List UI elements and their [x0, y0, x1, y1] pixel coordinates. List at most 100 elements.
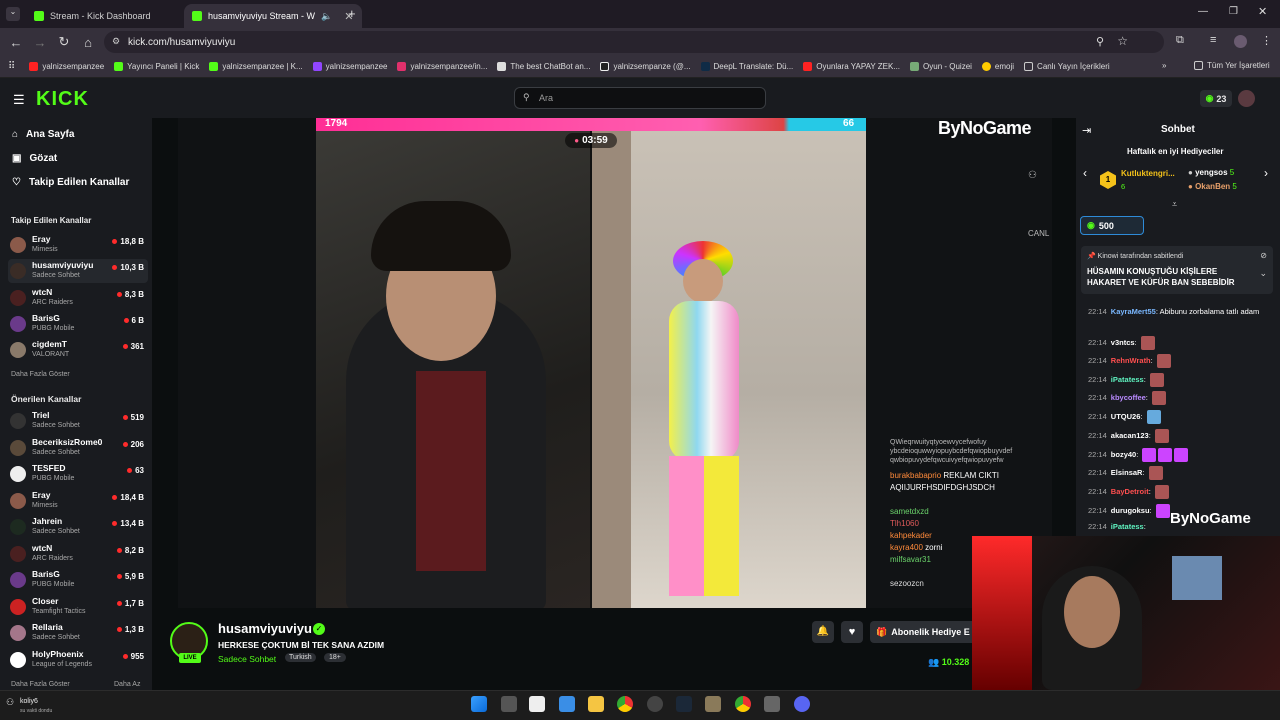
reload-icon[interactable]: ↻ — [52, 34, 76, 50]
sidebar-channel[interactable]: wtcN ARC Raiders 8,3 B — [8, 286, 148, 310]
app-icon-2[interactable] — [705, 696, 721, 712]
minimize-icon[interactable]: — — [1198, 6, 1208, 17]
leaders-next-icon[interactable]: › — [1264, 166, 1268, 180]
sidebar-channel[interactable]: Closer Teamfight Tactics 1,7 B — [8, 595, 148, 619]
tag-language[interactable]: Turkish — [285, 653, 316, 662]
window-close-icon[interactable]: ✕ — [1258, 5, 1267, 18]
url-field[interactable]: ⚙ kick.com/husamviyuviyu ⚲ ☆ — [104, 31, 1164, 53]
pinned-text: HÜSAMIN KONUŞTUĞU KİŞİLERE HAKARET VE KÜ… — [1087, 267, 1235, 287]
bookmark-item[interactable]: emoji — [981, 62, 1014, 71]
stream-category[interactable]: Sadece Sohbet — [218, 654, 276, 664]
windows-start-icon[interactable] — [471, 696, 487, 712]
nav-home[interactable]: ⌂ Ana Sayfa — [12, 129, 74, 140]
discord-icon[interactable] — [794, 696, 810, 712]
bookmark-item[interactable]: Yayıncı Paneli | Kick — [114, 62, 199, 71]
leader-1-name[interactable]: Kutluktengri... — [1121, 169, 1175, 178]
sidebar-channel[interactable]: Triel Sadece Sohbet 519 — [8, 409, 148, 433]
maximize-icon[interactable]: ❐ — [1229, 6, 1238, 17]
bookmark-item[interactable]: yalnizsempanzee — [312, 62, 387, 71]
chrome-icon[interactable] — [617, 696, 633, 712]
nav-browse[interactable]: ▣ Gözat — [12, 153, 57, 164]
sidebar-channel[interactable]: HolyPhoenix League of Legends 955 — [8, 648, 148, 672]
chevron-down-icon[interactable]: ⌄ — [1259, 268, 1267, 279]
task-view-icon[interactable] — [501, 696, 517, 712]
bookmark-folder[interactable]: Canlı Yayın İçerikleri — [1024, 62, 1110, 71]
bookmark-item[interactable]: yalnizsempanzee — [29, 62, 104, 71]
gift-sub-button[interactable]: 🎁 Abonelik Hediye E — [870, 621, 976, 643]
star-icon[interactable]: ☆ — [1117, 34, 1128, 48]
file-explorer-icon[interactable] — [588, 696, 604, 712]
follow-heart-icon[interactable]: ♥ — [841, 621, 863, 643]
kick-logo[interactable]: KICK — [36, 88, 89, 111]
show-more-followed[interactable]: Daha Fazla Göster — [11, 371, 70, 378]
app-icon[interactable] — [529, 696, 545, 712]
video-left-panel — [316, 131, 591, 608]
tab-stream[interactable]: husamviyuviyu Stream - W 🔈 ✕ — [184, 4, 362, 28]
sidebar-channel[interactable]: BarisG PUBG Mobile 6 B — [8, 312, 148, 336]
goal-badge[interactable]: ◉ 500 — [1080, 216, 1144, 235]
sidebar-channel[interactable]: BeceriksizRome0 Sadece Sohbet 206 — [8, 436, 148, 460]
unpin-icon[interactable]: ⊘ — [1260, 251, 1267, 260]
sidebar-channel-active[interactable]: husamviyuviyu Sadece Sohbet 10,3 B — [8, 259, 148, 283]
back-icon[interactable]: ← — [4, 35, 28, 50]
more-bookmarks-icon[interactable]: » — [1162, 61, 1166, 70]
search-placeholder: Ara — [539, 93, 554, 103]
obs-icon[interactable] — [647, 696, 663, 712]
leader-3[interactable]: ● OkanBen 5 — [1188, 182, 1237, 191]
points-badge[interactable]: ◉ 23 — [1200, 90, 1232, 107]
expand-leaders-icon[interactable]: ⩡ — [1172, 199, 1177, 210]
chrome-active-icon[interactable] — [735, 696, 751, 712]
show-less-recommended[interactable]: Daha Az — [114, 681, 140, 688]
tag-age[interactable]: 18+ — [324, 653, 346, 662]
forward-icon[interactable]: → — [28, 35, 52, 50]
leader-2[interactable]: ● yengsos 5 — [1188, 168, 1234, 177]
bookmark-item[interactable]: yalnizsempanzee | K... — [209, 62, 303, 71]
show-more-recommended[interactable]: Daha Fazla Göster — [11, 681, 70, 688]
bookmark-item[interactable]: Oyunlara YAPAY ZEK... — [803, 62, 900, 71]
user-icon[interactable]: ⚇ — [1028, 170, 1048, 181]
sidebar-channel[interactable]: wtcN ARC Raiders 8,2 B — [8, 542, 148, 566]
bookmark-item[interactable]: Oyun - Quizei — [910, 62, 972, 71]
avatar — [10, 440, 26, 456]
sidebar-channel[interactable]: Jahrein Sadece Sohbet 13,4 B — [8, 515, 148, 539]
zoom-icon[interactable]: ⚲ — [1096, 35, 1104, 48]
emote — [1174, 448, 1189, 462]
hamburger-menu-icon[interactable]: ☰ — [13, 92, 25, 108]
bookmark-item[interactable]: yalnizsempanze (@... — [600, 62, 691, 71]
apps-icon[interactable]: ⠿ — [8, 61, 15, 72]
user-avatar[interactable] — [1238, 90, 1255, 107]
collapse-chat-icon[interactable]: ⇥ — [1082, 124, 1091, 137]
speaker-icon[interactable]: 🔈 — [321, 11, 332, 22]
leaders-prev-icon[interactable]: ‹ — [1083, 166, 1087, 180]
media-icon[interactable]: ≡ — [1210, 34, 1216, 46]
bookmark-item[interactable]: yalnizsempanzee/in... — [397, 62, 487, 71]
sidebar-channel[interactable]: TESFED PUBG Mobile 63 — [8, 462, 148, 486]
site-info-icon[interactable]: ⚙ — [112, 36, 120, 47]
profile-avatar[interactable] — [1234, 35, 1247, 48]
tab-search-icon[interactable]: ⌄ — [6, 7, 20, 21]
sidebar-channel[interactable]: BarisG PUBG Mobile 5,9 B — [8, 568, 148, 592]
steam-icon[interactable] — [676, 696, 692, 712]
home-icon[interactable]: ⌂ — [76, 35, 100, 50]
all-bookmarks-folder[interactable]: Tüm Yer İşaretleri — [1194, 61, 1270, 70]
sidebar-channel[interactable]: Eray Mimesis 18,4 B — [8, 489, 148, 513]
sidebar-channel[interactable]: Rellaria Sadece Sohbet 1,3 B — [8, 621, 148, 645]
chat-message: 22:14 bozy40: — [1088, 448, 1189, 462]
bookmark-item[interactable]: The best ChatBot an... — [497, 62, 590, 71]
photos-icon[interactable] — [559, 696, 575, 712]
extensions-icon[interactable]: ⧉ — [1176, 34, 1184, 47]
sidebar-channel[interactable]: cigdemT VALORANT 361 — [8, 338, 148, 362]
sidebar-channel[interactable]: Eray Mimesis 18,8 B — [8, 233, 148, 257]
search-input[interactable]: ⚲ Ara — [514, 87, 766, 109]
channel-name[interactable]: husamviyuviyu — [218, 621, 312, 636]
pinned-message[interactable]: 📌 Kinowi tarafından sabitlendi HÜSAMIN K… — [1081, 246, 1273, 294]
nav-following[interactable]: ♡ Takip Edilen Kanallar — [12, 177, 129, 188]
pin-icon: 📌 — [1087, 253, 1098, 260]
tab-kick-dashboard[interactable]: Stream - Kick Dashboard✕ — [26, 4, 204, 28]
new-tab-icon[interactable]: + — [348, 6, 356, 21]
bookmark-item[interactable]: DeepL Translate: Dü... — [700, 62, 793, 71]
bell-icon[interactable]: 🔔 — [812, 621, 834, 643]
video-player[interactable] — [316, 118, 866, 608]
menu-icon[interactable]: ⋮ — [1261, 34, 1272, 47]
settings-icon[interactable] — [764, 696, 780, 712]
